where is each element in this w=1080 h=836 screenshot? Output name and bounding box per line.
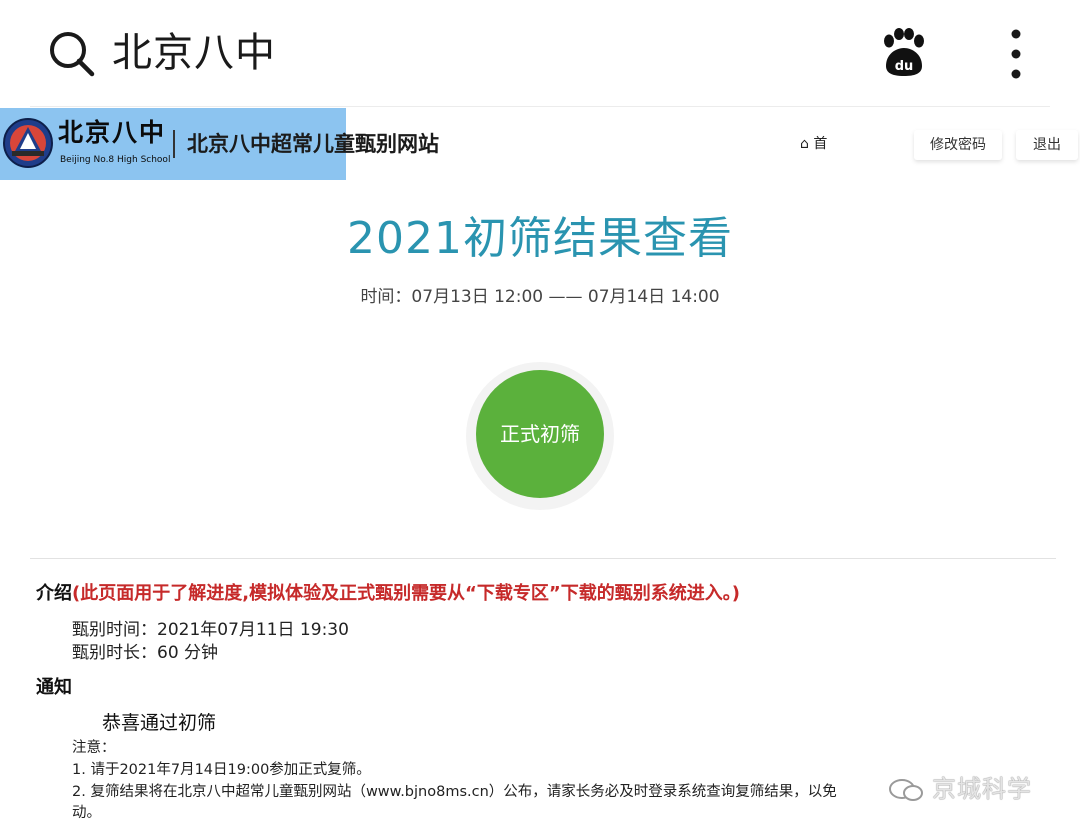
nav-home-link[interactable]: ⌂ 首	[800, 134, 827, 154]
nav-home-label: 首	[813, 136, 828, 152]
logo-english-name: Beijing No.8 High School	[60, 155, 171, 165]
watermark: 京城科学	[888, 770, 1058, 810]
intro-section-heading: 介绍(此页面用于了解进度,模拟体验及正式甄别需要从“下载专区”下载的甄别系统进入…	[36, 581, 740, 607]
svg-text:du: du	[895, 59, 914, 74]
exam-time: 甄别时间：2021年07月11日 19:30	[72, 620, 349, 640]
site-title: 北京八中超常儿童甄别网站	[187, 132, 439, 156]
baidu-paw-icon[interactable]: du	[878, 28, 928, 78]
more-vertical-icon[interactable]	[1004, 26, 1028, 82]
exam-duration: 甄别时长：60 分钟	[72, 643, 219, 663]
home-icon: ⌂	[800, 136, 809, 152]
browser-search-bar: 北京八中 du	[0, 0, 1080, 105]
section-divider	[30, 558, 1056, 559]
logo-separator	[173, 130, 175, 158]
notice-item-3: 动。	[72, 805, 101, 821]
notice-section-heading: 通知	[36, 677, 72, 698]
screening-time-range: 时间：07月13日 12:00 —— 07月14日 14:00	[360, 287, 720, 307]
site-header: 北京八中 Beijing No.8 High School 北京八中超常儿童甄别…	[0, 108, 1080, 180]
start-screening-button[interactable]: 正式初筛	[476, 370, 604, 498]
notice-congrats: 恭喜通过初筛	[102, 712, 217, 734]
logo-chinese-name: 北京八中	[58, 118, 167, 147]
page-title: 2021初筛结果查看	[347, 213, 733, 264]
notice-item-2: 2. 复筛结果将在北京八中超常儿童甄别网站（www.bjno8ms.cn）公布，…	[72, 784, 837, 800]
intro-heading-label: 介绍	[36, 583, 72, 604]
search-icon[interactable]	[48, 30, 96, 78]
site-logo[interactable]: 北京八中 Beijing No.8 High School 北京八中超常儿童甄别…	[0, 108, 439, 180]
wechat-icon	[889, 779, 923, 801]
intro-note: (此页面用于了解进度,模拟体验及正式甄别需要从“下载专区”下载的甄别系统进入。)	[72, 583, 740, 604]
notice-item-1: 1. 请于2021年7月14日19:00参加正式复筛。	[72, 762, 371, 778]
logout-button[interactable]: 退出	[1016, 130, 1078, 160]
watermark-text: 京城科学	[932, 775, 1032, 803]
change-password-button[interactable]: 修改密码	[914, 130, 1002, 160]
search-query-text[interactable]: 北京八中	[112, 26, 276, 80]
browser-divider	[30, 106, 1050, 107]
notice-attention-label: 注意：	[72, 740, 116, 756]
school-emblem-icon	[3, 118, 53, 168]
